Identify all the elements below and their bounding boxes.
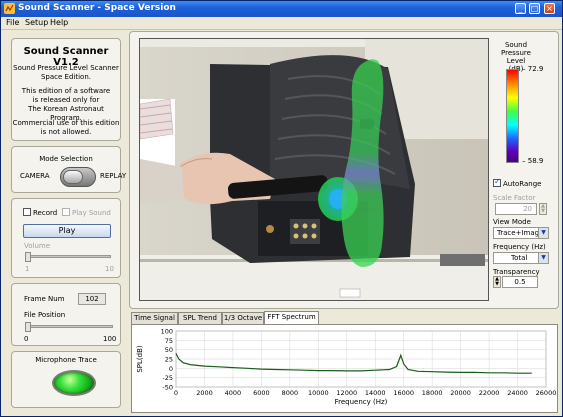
transparency-field[interactable]: 0.5: [502, 276, 538, 288]
y-tick-label: 75: [165, 337, 173, 345]
chevron-down-icon[interactable]: ▼: [538, 253, 548, 263]
mode-selection-panel: Mode Selection CAMERA REPLAY: [11, 146, 126, 193]
x-tick-label: 18000: [422, 389, 443, 397]
toggle-knob: [63, 170, 83, 184]
app-icon: [4, 3, 15, 14]
y-tick-label: 0: [169, 365, 173, 373]
mode-replay-label: REPLAY: [100, 172, 127, 180]
x-axis-label: Frequency (Hz): [335, 398, 388, 406]
scale-factor-label: Scale Factor: [493, 194, 536, 202]
y-axis-label: SPL(dB): [136, 345, 144, 373]
play-button[interactable]: Play: [23, 224, 111, 238]
window-title: Sound Scanner - Space Version: [18, 3, 176, 13]
about-panel: Sound Scanner V1.2 Sound Pressure Level …: [11, 38, 121, 141]
frequency-select[interactable]: Total ▼: [493, 252, 549, 264]
mic-trace-indicator-light: [52, 370, 96, 396]
colorbar-max-value: 72.9: [527, 65, 544, 73]
volume-label: Volume: [24, 242, 51, 250]
title-bar[interactable]: Sound Scanner - Space Version _ □ ×: [1, 1, 562, 17]
scale-factor-field: 20: [495, 203, 537, 215]
maximize-icon[interactable]: □: [529, 3, 540, 14]
tab-time-signal[interactable]: Time Signal: [131, 312, 178, 324]
about-para-3: Commercial use of this edition is not al…: [12, 119, 120, 136]
volume-slider-thumb[interactable]: [25, 252, 31, 262]
y-tick-label: 100: [161, 328, 173, 336]
autorange-checkbox-box[interactable]: [493, 177, 501, 187]
camera-view[interactable]: [139, 38, 489, 301]
colorbar-min-value: 58.9: [527, 157, 544, 165]
x-tick-label: 20000: [450, 389, 471, 397]
tab-one-third-octave[interactable]: 1/3 Octave: [222, 312, 264, 324]
y-tick-label: 50: [165, 346, 173, 354]
x-tick-label: 4000: [225, 389, 242, 397]
x-tick-label: 8000: [282, 389, 299, 397]
x-tick-label: 24000: [507, 389, 528, 397]
scale-factor-stepper: ▲ ▼: [539, 203, 547, 215]
record-checkbox-box[interactable]: [23, 208, 31, 216]
transparency-label: Transparency: [493, 268, 540, 276]
sound-pressure-colorbar: [506, 69, 519, 163]
menu-help[interactable]: Help: [50, 18, 68, 27]
x-tick-label: 22000: [479, 389, 500, 397]
x-tick-label: 16000: [393, 389, 414, 397]
x-tick-label: 2000: [196, 389, 213, 397]
frame-panel: Frame Num 102 File Position 0 100: [11, 283, 121, 346]
y-tick-label: -50: [162, 384, 173, 392]
volume-slider-track[interactable]: [25, 255, 111, 258]
menu-file[interactable]: File: [6, 18, 19, 27]
colorbar-min-label: – 58.9: [522, 157, 544, 165]
menu-bar: File Setup Help: [1, 17, 562, 30]
transparency-stepper[interactable]: ▲ ▼: [493, 276, 501, 288]
tab-spl-trend[interactable]: SPL Trend: [178, 312, 222, 324]
file-position-slider-track[interactable]: [25, 325, 113, 328]
position-min-label: 0: [24, 335, 29, 343]
frequency-label: Frequency (Hz): [493, 243, 546, 251]
volume-max-label: 10: [105, 265, 114, 273]
camera-image: [140, 39, 488, 300]
fft-spectrum-panel: -50 -25 0 25 50 75 100 0 2000 4000 6000 8000 10000 12…: [131, 324, 558, 413]
menu-setup[interactable]: Setup: [25, 18, 48, 27]
x-tick-label: 12000: [336, 389, 357, 397]
close-icon[interactable]: ×: [544, 3, 555, 14]
y-tick-label: 25: [165, 356, 173, 364]
x-tick-label: 10000: [308, 389, 329, 397]
tab-fft-spectrum[interactable]: FFT Spectrum: [264, 311, 319, 324]
app-window: Sound Scanner - Space Version _ □ × File…: [0, 0, 563, 417]
mode-camera-label: CAMERA: [20, 172, 50, 180]
frame-num-label: Frame Num: [24, 295, 65, 303]
about-para-2: This edition of a software is released o…: [21, 87, 111, 122]
frame-num-field: 102: [78, 293, 106, 305]
x-tick-label: 6000: [253, 389, 270, 397]
file-position-slider-thumb[interactable]: [25, 322, 31, 332]
y-tick-label: -25: [162, 374, 173, 382]
fft-spectrum-chart: -50-2502550751000 2000 4000 6000 8000 10000 12…: [136, 328, 557, 407]
mode-selection-title: Mode Selection: [39, 155, 93, 163]
x-tick-label: 26000: [536, 389, 557, 397]
frequency-value: Total: [511, 254, 528, 262]
autorange-checkbox[interactable]: AutoRange: [493, 177, 542, 188]
colorbar-max-label: – 72.9: [522, 65, 544, 73]
play-sound-checkbox-box[interactable]: [62, 208, 70, 216]
autorange-label: AutoRange: [503, 180, 542, 188]
file-position-label: File Position: [24, 311, 66, 319]
x-tick-label: 0: [174, 389, 178, 397]
play-sound-label: Play Sound: [72, 209, 111, 217]
chart-grid: [175, 330, 547, 388]
about-para-1: Sound Pressure Level Scanner Space Editi…: [13, 64, 119, 81]
minimize-icon[interactable]: _: [515, 3, 526, 14]
mode-toggle-switch[interactable]: [60, 167, 96, 187]
x-tick-label: 14000: [365, 389, 386, 397]
mic-trace-label: Microphone Trace: [35, 356, 97, 364]
view-mode-select[interactable]: Trace+Image ▼: [493, 227, 549, 239]
position-max-label: 100: [103, 335, 117, 343]
view-mode-value: Trace+Image: [497, 229, 544, 237]
chevron-down-icon[interactable]: ▼: [538, 228, 548, 238]
play-sound-checkbox[interactable]: Play Sound: [62, 208, 111, 217]
mic-panel: Microphone Trace: [11, 351, 121, 408]
volume-min-label: 1: [25, 265, 30, 273]
record-checkbox[interactable]: Record: [23, 208, 57, 217]
view-mode-label: View Mode: [493, 218, 531, 226]
record-label: Record: [33, 209, 58, 217]
playback-panel: Record Play Sound Play Volume 1 10: [11, 198, 121, 278]
